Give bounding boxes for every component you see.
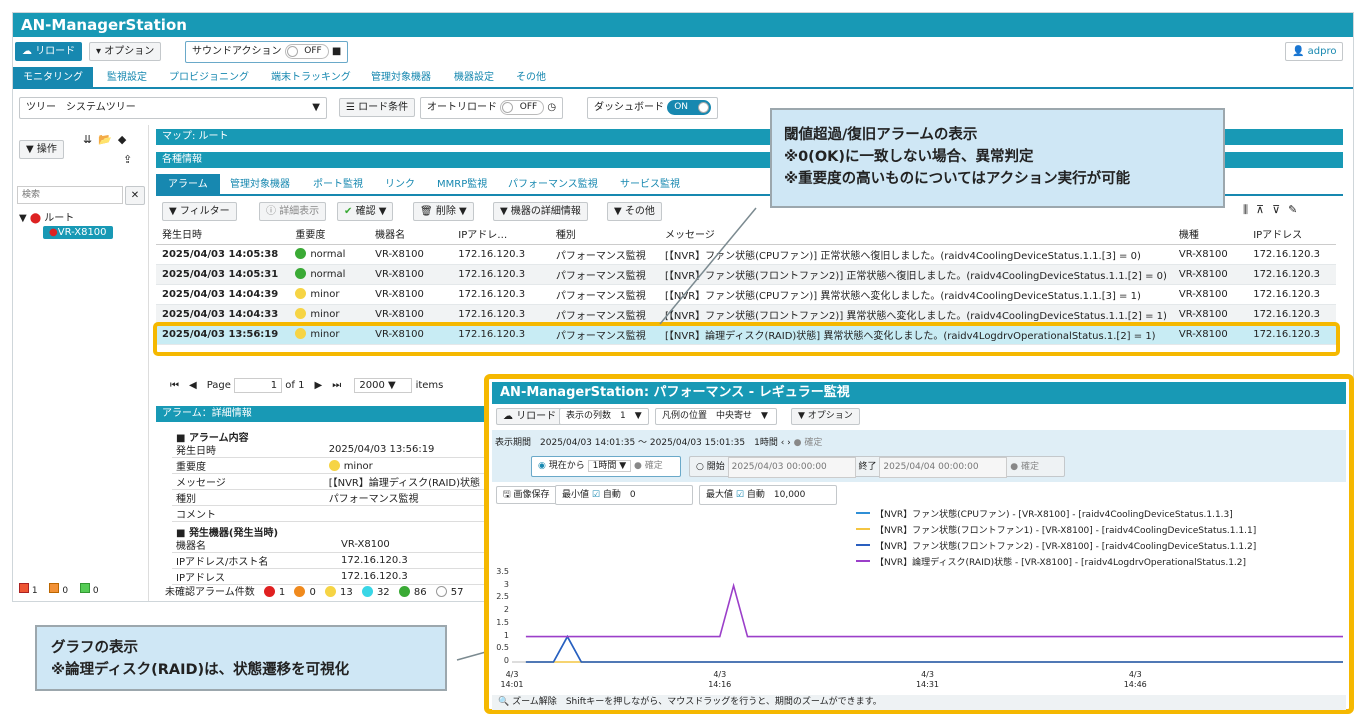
y-tick-label: 0.5: [496, 643, 509, 653]
performance-chart: [512, 582, 1343, 663]
series-line-3: [525, 634, 1343, 663]
callout-graph-line2: ※論理ディスク(RAID)は、状態遷移を可視化: [51, 662, 350, 678]
series-line-4: [525, 582, 1343, 638]
callout-graph: グラフの表示 ※論理ディスク(RAID)は、状態遷移を可視化: [35, 625, 447, 691]
x-tick-label: 4/3 14:01: [500, 670, 524, 689]
x-tick-label: 4/3 14:46: [1123, 670, 1147, 689]
y-tick-label: 0: [503, 656, 509, 665]
y-tick-label: 1: [503, 630, 509, 640]
callout-graph-line1: グラフの表示: [51, 640, 138, 656]
y-tick-label: 2: [503, 605, 509, 615]
y-tick-label: 3: [503, 579, 509, 589]
y-tick-label: 1.5: [496, 617, 509, 627]
y-tick-label: 2.5: [496, 592, 509, 602]
x-tick-label: 4/3 14:16: [708, 670, 732, 689]
y-tick-label: 3.5: [496, 567, 509, 576]
series-line-1: [525, 634, 1343, 663]
x-tick-label: 4/3 14:31: [915, 670, 940, 689]
